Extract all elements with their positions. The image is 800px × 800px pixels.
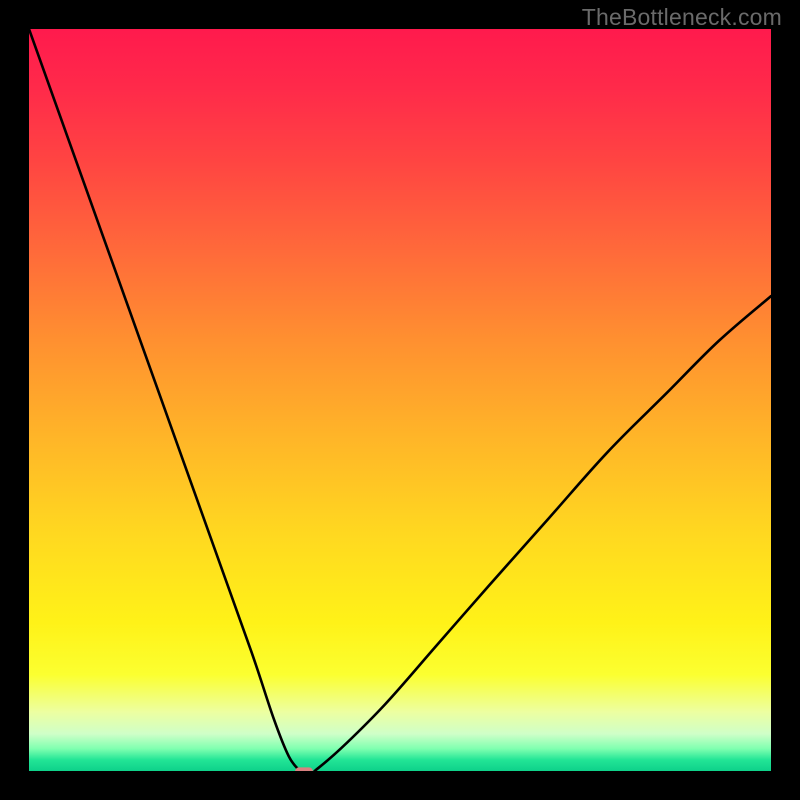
plot-area <box>29 29 771 771</box>
minimum-marker <box>295 767 313 771</box>
watermark-text: TheBottleneck.com <box>582 4 782 31</box>
curve-layer <box>29 29 771 771</box>
curve-right <box>315 296 771 771</box>
chart-frame: TheBottleneck.com <box>0 0 800 800</box>
curve-left <box>29 29 300 771</box>
